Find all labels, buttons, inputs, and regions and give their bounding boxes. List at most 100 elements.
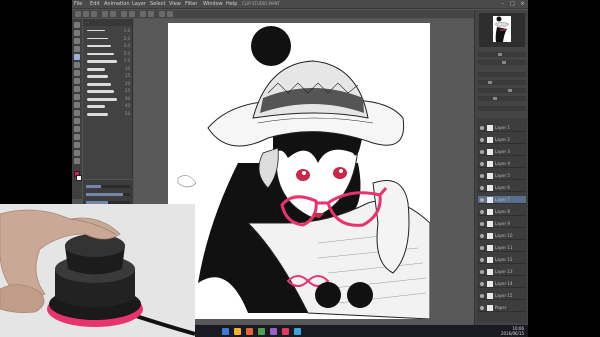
eye-icon[interactable] — [480, 162, 484, 166]
opacity-slider[interactable] — [86, 193, 130, 196]
color-wheel-strip[interactable] — [478, 72, 526, 77]
close-icon[interactable]: × — [519, 1, 526, 7]
menu-help[interactable]: Help — [226, 1, 237, 7]
eye-icon[interactable] — [480, 186, 484, 190]
eye-icon[interactable] — [480, 138, 484, 142]
gradient-tool-icon[interactable] — [74, 110, 80, 116]
brush-tool-icon[interactable] — [74, 70, 80, 76]
background-color-swatch[interactable] — [76, 175, 82, 181]
brush-item[interactable]: 40 — [86, 103, 130, 109]
eye-icon[interactable] — [480, 270, 484, 274]
brush-item[interactable]: 30 — [86, 96, 130, 102]
color-slider-hue[interactable] — [478, 80, 526, 85]
eye-icon[interactable] — [480, 174, 484, 178]
rotate-slider-knob[interactable] — [502, 61, 506, 64]
balloon-tool-icon[interactable] — [74, 150, 80, 156]
brush-item[interactable]: 7.0 — [86, 58, 130, 64]
taskbar-app-icon[interactable] — [234, 328, 241, 335]
redo-icon[interactable] — [110, 11, 116, 17]
brush-item[interactable]: 20 — [86, 81, 130, 87]
eye-icon[interactable] — [480, 150, 484, 154]
text-tool-icon[interactable] — [74, 142, 80, 148]
new-file-icon[interactable] — [75, 11, 81, 17]
eye-icon[interactable] — [480, 234, 484, 238]
transform-icon[interactable] — [129, 11, 135, 17]
brush-item[interactable]: 50 — [86, 111, 130, 117]
layer-row[interactable]: Layer 9 — [478, 220, 526, 228]
eye-icon[interactable] — [480, 222, 484, 226]
correct-line-tool-icon[interactable] — [74, 158, 80, 164]
menu-animation[interactable]: Animation — [104, 1, 130, 7]
taskbar-app-icon[interactable] — [222, 328, 229, 335]
layer-row[interactable]: Layer 7 — [478, 196, 526, 204]
eraser-tool-icon[interactable] — [74, 86, 80, 92]
color-slider-val[interactable] — [478, 96, 526, 101]
saturation-knob[interactable] — [508, 89, 512, 92]
eye-icon[interactable] — [480, 258, 484, 262]
eyedropper-tool-icon[interactable] — [74, 46, 80, 52]
frame-tool-icon[interactable] — [74, 126, 80, 132]
layer-row[interactable]: Layer 10 — [478, 232, 526, 240]
brush-item[interactable]: 25 — [86, 88, 130, 94]
layer-row[interactable]: Layer 13 — [478, 268, 526, 276]
menu-edit[interactable]: Edit — [90, 1, 100, 7]
layer-row[interactable]: Layer 6 — [478, 184, 526, 192]
zoom-tool-icon[interactable] — [74, 22, 80, 28]
menu-select[interactable]: Select — [150, 1, 165, 7]
eye-icon[interactable] — [480, 126, 484, 130]
save-icon[interactable] — [91, 11, 97, 17]
eye-icon[interactable] — [480, 282, 484, 286]
maximize-icon[interactable]: □ — [509, 1, 516, 7]
eye-icon[interactable] — [480, 210, 484, 214]
zoom-slider-knob[interactable] — [498, 53, 502, 56]
layer-row[interactable]: Layer 14 — [478, 280, 526, 288]
menu-view[interactable]: View — [169, 1, 181, 7]
taskbar-clock[interactable]: 10:06 2016/06/15 — [501, 326, 524, 336]
layer-row[interactable]: Layer 1 — [478, 124, 526, 132]
brush-item[interactable]: 2.0 — [86, 36, 130, 42]
navigator-panel[interactable] — [479, 13, 525, 47]
eye-icon[interactable] — [480, 246, 484, 250]
clear-icon[interactable] — [121, 11, 127, 17]
invert-selection-icon[interactable] — [148, 11, 154, 17]
eye-icon[interactable] — [480, 294, 484, 298]
layer-row[interactable]: Paper — [478, 304, 526, 312]
blend-tool-icon[interactable] — [74, 94, 80, 100]
menu-window[interactable]: Window — [203, 1, 223, 7]
eye-icon[interactable] — [480, 198, 484, 202]
eye-icon[interactable] — [480, 306, 484, 310]
ruler-icon[interactable] — [167, 11, 173, 17]
brush-item[interactable]: 10 — [86, 66, 130, 72]
airbrush-tool-icon[interactable] — [74, 78, 80, 84]
figure-tool-icon[interactable] — [74, 118, 80, 124]
minimize-icon[interactable]: – — [499, 1, 506, 7]
brush-size-slider[interactable] — [86, 185, 130, 188]
brush-item[interactable]: 1.0 — [86, 28, 130, 34]
undo-icon[interactable] — [102, 11, 108, 17]
layer-row[interactable]: Layer 12 — [478, 256, 526, 264]
pen-tool-icon[interactable] — [74, 54, 80, 60]
canvas-page[interactable] — [168, 23, 430, 319]
value-knob[interactable] — [493, 97, 497, 100]
layer-row[interactable]: Layer 3 — [478, 148, 526, 156]
menu-layer[interactable]: Layer — [132, 1, 146, 7]
open-file-icon[interactable] — [83, 11, 89, 17]
brush-item[interactable]: 5.0 — [86, 51, 130, 57]
rotate-slider[interactable] — [478, 60, 526, 65]
fill-tool-icon[interactable] — [74, 102, 80, 108]
ruler-tool-icon[interactable] — [74, 134, 80, 140]
move-tool-icon[interactable] — [74, 30, 80, 36]
taskbar-app-icon[interactable] — [270, 328, 277, 335]
layer-row[interactable]: Layer 4 — [478, 160, 526, 168]
hue-knob[interactable] — [488, 81, 492, 84]
taskbar-app-icon[interactable] — [294, 328, 301, 335]
menu-file[interactable]: File — [74, 1, 82, 7]
pencil-tool-icon[interactable] — [74, 62, 80, 68]
layer-row[interactable]: Layer 15 — [478, 292, 526, 300]
selection-tool-icon[interactable] — [74, 38, 80, 44]
color-slider-sat[interactable] — [478, 88, 526, 93]
snap-icon[interactable] — [159, 11, 165, 17]
deselect-icon[interactable] — [140, 11, 146, 17]
layer-row[interactable]: Layer 2 — [478, 136, 526, 144]
menu-filter[interactable]: Filter — [185, 1, 197, 7]
